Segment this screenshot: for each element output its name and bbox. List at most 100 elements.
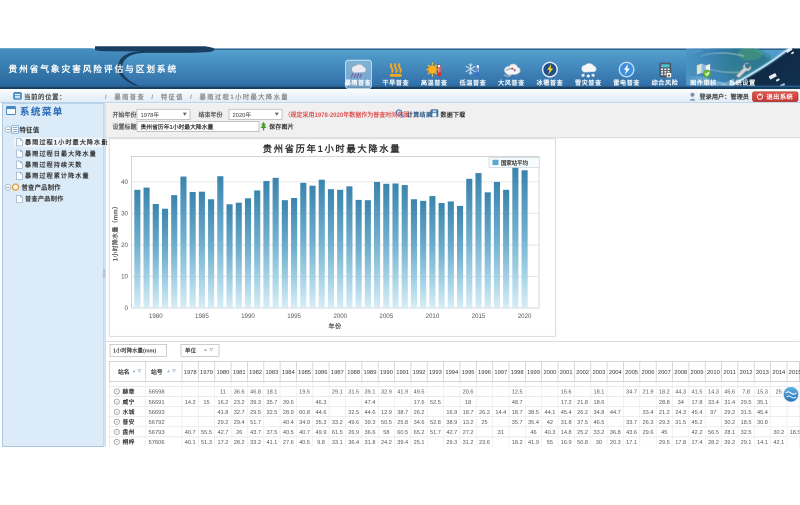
- svg-text:30: 30: [596, 440, 602, 446]
- svg-text:2012: 2012: [740, 370, 753, 376]
- svg-text:35.4: 35.4: [528, 420, 539, 426]
- svg-text:32.9: 32.9: [381, 390, 392, 396]
- svg-text:18.7: 18.7: [463, 410, 474, 416]
- svg-text:31.4: 31.4: [724, 400, 735, 406]
- svg-text:34.6: 34.6: [414, 420, 425, 426]
- svg-text:29.2: 29.2: [217, 420, 228, 426]
- svg-text:系统设置: 系统设置: [729, 79, 756, 87]
- svg-text:47.4: 47.4: [365, 400, 376, 406]
- svg-text:16.9: 16.9: [561, 440, 572, 446]
- svg-text:1994: 1994: [445, 370, 459, 376]
- svg-text:1988: 1988: [347, 370, 360, 376]
- svg-text:42.2: 42.2: [692, 430, 703, 436]
- svg-text:雪灾普查: 雪灾普查: [575, 79, 602, 87]
- svg-text:23.6: 23.6: [479, 440, 490, 446]
- svg-text:2014: 2014: [772, 370, 786, 376]
- svg-text:26.9: 26.9: [348, 430, 359, 436]
- svg-text:水城: 水城: [123, 408, 135, 416]
- svg-text:高温普查: 高温普查: [421, 79, 448, 87]
- svg-text:33.7: 33.7: [626, 420, 637, 426]
- svg-text:35.1: 35.1: [757, 400, 768, 406]
- svg-text:25.2: 25.2: [577, 430, 588, 436]
- svg-text:1981: 1981: [233, 370, 246, 376]
- svg-text:40: 40: [121, 179, 128, 186]
- svg-text:33.4: 33.4: [643, 410, 654, 416]
- svg-text:44.6: 44.6: [365, 410, 376, 416]
- svg-text:51.3: 51.3: [201, 440, 212, 446]
- svg-text:42.7: 42.7: [446, 430, 457, 436]
- svg-text:45.2: 45.2: [692, 420, 703, 426]
- svg-text:2008: 2008: [674, 370, 687, 376]
- svg-text:特征值: 特征值: [20, 125, 40, 134]
- svg-text:40.7: 40.7: [185, 430, 196, 436]
- svg-text:1985: 1985: [195, 313, 209, 320]
- svg-text:40.3: 40.3: [544, 430, 555, 436]
- svg-text:15.6: 15.6: [561, 390, 572, 396]
- svg-text:1996: 1996: [478, 370, 491, 376]
- svg-text:40.1: 40.1: [185, 440, 196, 446]
- svg-text:45.4: 45.4: [692, 410, 703, 416]
- svg-text:33.4: 33.4: [708, 400, 719, 406]
- svg-text:1980: 1980: [149, 313, 163, 320]
- svg-text:1小时降水量（mm）: 1小时降水量（mm）: [112, 203, 120, 261]
- svg-text:17.2: 17.2: [561, 400, 572, 406]
- svg-text:31.5: 31.5: [348, 390, 359, 396]
- svg-text:18.1: 18.1: [593, 390, 604, 396]
- svg-text:2003: 2003: [592, 370, 605, 376]
- svg-text:41.9: 41.9: [397, 390, 408, 396]
- svg-text:暴雨普查: 暴雨普查: [344, 79, 372, 87]
- svg-text:雷电普查: 雷电普查: [613, 79, 640, 87]
- svg-text:贵州省气象灾害风险评估与区划系统: 贵州省气象灾害风险评估与区划系统: [9, 63, 179, 74]
- svg-text:9.8: 9.8: [317, 440, 325, 446]
- svg-text:50.5: 50.5: [381, 420, 392, 426]
- svg-text:45.4: 45.4: [757, 410, 768, 416]
- svg-text:56793: 56793: [149, 430, 165, 436]
- svg-text:盘州: 盘州: [123, 428, 135, 436]
- svg-text:10: 10: [121, 274, 128, 281]
- svg-text:44.3: 44.3: [675, 390, 686, 396]
- svg-text:17.2: 17.2: [217, 440, 228, 446]
- svg-text:29.3: 29.3: [446, 440, 457, 446]
- svg-text:45: 45: [661, 430, 667, 436]
- svg-text:46.8: 46.8: [250, 390, 261, 396]
- svg-text:31.5: 31.5: [675, 420, 686, 426]
- svg-text:1984: 1984: [282, 370, 296, 376]
- svg-text:40.5: 40.5: [283, 430, 294, 436]
- svg-text:52.8: 52.8: [430, 420, 441, 426]
- svg-text:28.1: 28.1: [724, 430, 735, 436]
- svg-text:25: 25: [776, 390, 782, 396]
- svg-text:18.2: 18.2: [512, 440, 523, 446]
- svg-text:16.9: 16.9: [446, 410, 457, 416]
- svg-text:56691: 56691: [149, 400, 165, 406]
- svg-text:42.7: 42.7: [217, 430, 228, 436]
- svg-text:1986: 1986: [315, 370, 328, 376]
- svg-text:25: 25: [481, 420, 487, 426]
- svg-text:50.8: 50.8: [577, 440, 588, 446]
- svg-text:1995: 1995: [287, 313, 301, 320]
- svg-text:退出系统: 退出系统: [767, 93, 794, 101]
- svg-text:2015: 2015: [789, 370, 800, 376]
- svg-text:1985: 1985: [298, 370, 311, 376]
- svg-text:暴雨过程日最大降水量: 暴雨过程日最大降水量: [24, 150, 97, 158]
- svg-text:46.3: 46.3: [316, 400, 327, 406]
- svg-text:2006: 2006: [642, 370, 655, 376]
- svg-text:13.2: 13.2: [463, 420, 474, 426]
- svg-text:32.7: 32.7: [234, 410, 245, 416]
- svg-text:36.6: 36.6: [234, 390, 245, 396]
- svg-text:44.6: 44.6: [316, 410, 327, 416]
- svg-text:低温普查: 低温普查: [459, 79, 487, 87]
- svg-text:55.5: 55.5: [201, 430, 212, 436]
- svg-text:34.7: 34.7: [626, 390, 637, 396]
- svg-text:普安: 普安: [123, 418, 135, 426]
- svg-text:45.6: 45.6: [724, 390, 735, 396]
- svg-text:37.5: 37.5: [577, 420, 588, 426]
- svg-text:2002: 2002: [576, 370, 589, 376]
- svg-text:1990: 1990: [241, 313, 255, 320]
- svg-text:46.5: 46.5: [593, 420, 604, 426]
- svg-text:16.2: 16.2: [217, 400, 228, 406]
- svg-text:25.8: 25.8: [397, 420, 408, 426]
- svg-text:31.2: 31.2: [463, 440, 474, 446]
- svg-text:57606: 57606: [149, 440, 165, 446]
- svg-text:站名: 站名: [118, 368, 130, 376]
- svg-text:18.5: 18.5: [790, 430, 800, 436]
